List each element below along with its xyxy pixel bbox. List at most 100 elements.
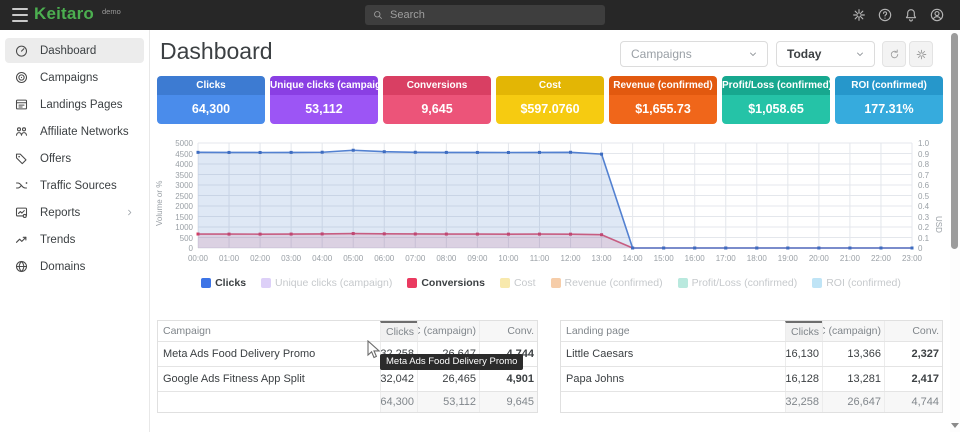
data-point-clicks xyxy=(321,151,324,154)
y-axis-tick: 1000 xyxy=(163,223,193,232)
data-point-clicks xyxy=(879,247,882,250)
legend-item-conversions[interactable]: Conversions xyxy=(407,277,485,289)
cell-value: 2,327 xyxy=(884,342,942,366)
legend-label: Unique clicks (campaign) xyxy=(275,277,392,289)
column-header-campaign[interactable]: Campaign xyxy=(158,325,380,337)
search-input[interactable] xyxy=(390,9,598,21)
scrollbar-thumb[interactable] xyxy=(951,33,958,249)
legend-item-unique-clicks-campaign[interactable]: Unique clicks (campaign) xyxy=(261,277,392,289)
data-point-clicks xyxy=(445,151,448,154)
y-axis-tick: 1500 xyxy=(163,213,193,222)
column-header-clicks[interactable]: Clicks xyxy=(785,321,822,341)
y-axis-tick: 4500 xyxy=(163,150,193,159)
chart-plot-area[interactable] xyxy=(198,143,912,248)
dashboard-settings-button[interactable] xyxy=(909,41,933,67)
stat-card-value: $1,655.73 xyxy=(609,95,717,124)
refresh-button[interactable] xyxy=(882,41,906,67)
right-axis-tick: 0.8 xyxy=(918,160,929,169)
landing-pages-table: Landing pageClicksUC (campaign)Conv.Litt… xyxy=(560,320,943,413)
gear-icon[interactable] xyxy=(850,6,868,24)
stat-card-value: 177.31% xyxy=(835,95,943,124)
legend-item-roi-confirmed[interactable]: ROI (confirmed) xyxy=(812,277,901,289)
legend-item-cost[interactable]: Cost xyxy=(500,277,536,289)
sidebar-item-domains[interactable]: Domains xyxy=(5,254,144,279)
sidebar-item-label: Trends xyxy=(40,234,75,246)
x-axis-tick: 22:00 xyxy=(871,254,891,263)
table-row[interactable]: Little Caesars16,13013,3662,327 xyxy=(561,341,942,366)
sidebar-item-campaigns[interactable]: Campaigns xyxy=(5,65,144,90)
sidebar-item-traffic-sources[interactable]: Traffic Sources xyxy=(5,173,144,198)
cell-name: Little Caesars xyxy=(561,348,785,360)
legend-item-revenue-confirmed[interactable]: Revenue (confirmed) xyxy=(551,277,663,289)
sidebar-item-reports[interactable]: Reports xyxy=(5,200,144,225)
menu-toggle-icon[interactable] xyxy=(12,8,28,22)
chevron-down-icon xyxy=(854,48,866,60)
x-axis-tick: 09:00 xyxy=(467,254,487,263)
table-header-row: Landing pageClicksUC (campaign)Conv. xyxy=(561,321,942,341)
stat-card-unique-clicks-campaign: Unique clicks (campaign)53,112 xyxy=(270,76,378,124)
stat-card-value: $597.0760 xyxy=(496,95,604,124)
stat-card-value: 53,112 xyxy=(270,95,378,124)
column-header-landing-page[interactable]: Landing page xyxy=(561,325,785,337)
data-point-clicks xyxy=(600,153,603,156)
stat-card-profit-loss-confirmed: Profit/Loss (confirmed)$1,058.65 xyxy=(722,76,830,124)
bell-icon[interactable] xyxy=(902,6,920,24)
data-point-clicks xyxy=(848,247,851,250)
column-header-uc-campaign[interactable]: UC (campaign) xyxy=(417,321,479,341)
chevron-right-icon xyxy=(124,207,135,218)
offers-icon xyxy=(14,151,29,166)
column-header-conv[interactable]: Conv. xyxy=(479,321,537,341)
total-value: 26,647 xyxy=(822,392,884,412)
stat-card-value: 64,300 xyxy=(157,95,265,124)
legend-swatch xyxy=(407,278,417,288)
data-point-clicks xyxy=(724,247,727,250)
app-logo[interactable]: Keitaro xyxy=(34,4,94,24)
stat-cards: Clicks64,300Unique clicks (campaign)53,1… xyxy=(157,76,943,124)
sidebar-item-offers[interactable]: Offers xyxy=(5,146,144,171)
sidebar-item-label: Landings Pages xyxy=(40,99,122,111)
legend-item-clicks[interactable]: Clicks xyxy=(201,277,246,289)
data-point-clicks xyxy=(290,151,293,154)
y-axis-tick: 2000 xyxy=(163,202,193,211)
sidebar-item-affiliate-networks[interactable]: Affiliate Networks xyxy=(5,119,144,144)
dashboard-icon xyxy=(14,43,29,58)
chart-legend: Clicks Unique clicks (campaign) Conversion… xyxy=(157,277,945,289)
table-row[interactable]: Papa Johns16,12813,2812,417 xyxy=(561,366,942,391)
sidebar-item-landings-pages[interactable]: Landings Pages xyxy=(5,92,144,117)
sidebar-item-dashboard[interactable]: Dashboard xyxy=(5,38,144,63)
x-axis-tick: 06:00 xyxy=(374,254,394,263)
legend-item-profit-loss-confirmed[interactable]: Profit/Loss (confirmed) xyxy=(678,277,798,289)
cell-name: Meta Ads Food Delivery Promo xyxy=(158,348,380,360)
legend-swatch xyxy=(201,278,211,288)
x-axis-tick: 19:00 xyxy=(778,254,798,263)
column-header-conv[interactable]: Conv. xyxy=(884,321,942,341)
data-point-clicks xyxy=(755,247,758,250)
help-icon[interactable] xyxy=(876,6,894,24)
sidebar-item-trends[interactable]: Trends xyxy=(5,227,144,252)
global-search[interactable] xyxy=(365,5,605,25)
date-range-select[interactable]: Today xyxy=(776,41,875,67)
table-header-row: CampaignClicksUC (campaign)Conv. xyxy=(158,321,537,341)
column-header-uc-campaign[interactable]: UC (campaign) xyxy=(822,321,884,341)
sidebar-item-label: Campaigns xyxy=(40,72,98,84)
gear-icon xyxy=(915,48,928,61)
data-point-clicks xyxy=(414,151,417,154)
search-icon xyxy=(372,9,384,21)
account-icon[interactable] xyxy=(928,6,946,24)
x-axis-tick: 10:00 xyxy=(498,254,518,263)
column-header-clicks[interactable]: Clicks xyxy=(380,321,417,341)
page-title: Dashboard xyxy=(160,38,273,65)
right-axis-tick: 0.5 xyxy=(918,192,929,201)
data-point-clicks xyxy=(569,151,572,154)
x-axis-tick: 00:00 xyxy=(188,254,208,263)
campaigns-filter-select[interactable]: Campaigns xyxy=(620,41,768,67)
total-value: 64,300 xyxy=(380,392,417,412)
y-axis-tick: 2500 xyxy=(163,192,193,201)
campaigns-filter-value: Campaigns xyxy=(631,47,692,61)
data-point-clicks xyxy=(383,150,386,153)
legend-label: Revenue (confirmed) xyxy=(565,277,663,289)
x-axis-tick: 20:00 xyxy=(809,254,829,263)
scrollbar-down-arrow-icon[interactable] xyxy=(951,423,959,428)
traffic-sources-icon xyxy=(14,178,29,193)
table-totals-row: 64,30053,1129,645 xyxy=(158,391,537,412)
